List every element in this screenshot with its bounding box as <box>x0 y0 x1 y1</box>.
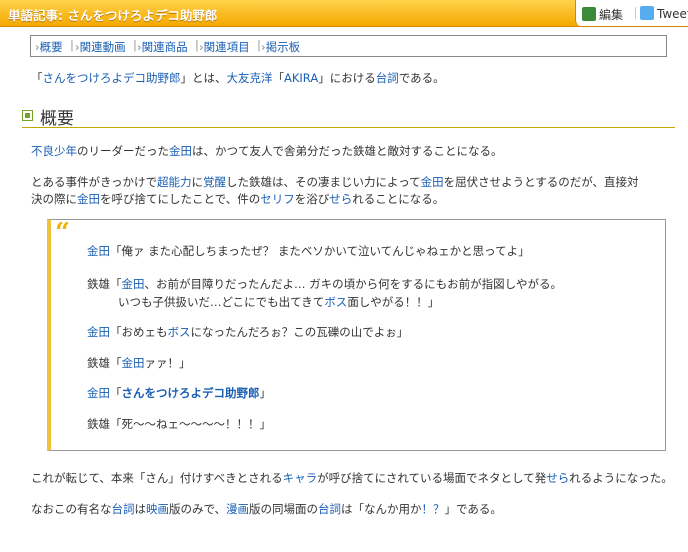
quote-icon: “ <box>55 218 70 248</box>
work-link[interactable]: AKIRA <box>284 71 318 85</box>
paragraph-2-line-2: 決の際に金田を呼び捨てにしたことで、件のセリフを浴びせられることになる。 <box>31 192 445 206</box>
quote-line-6: 鉄雄「死〜〜ねェ〜〜〜〜！！！」 <box>87 417 271 431</box>
twitter-icon <box>640 6 654 20</box>
link[interactable]: ボス <box>168 325 191 339</box>
divider <box>635 7 636 19</box>
quote-line-4: 鉄雄「金田ァァ！」 <box>87 356 191 370</box>
pencil-icon <box>582 7 596 21</box>
article-header: 単語記事: さんをつけろよデコ助野郎 編集 Tweet <box>0 0 688 27</box>
link[interactable]: せら <box>329 192 352 206</box>
nav-item-related[interactable]: ›関連項目 <box>199 39 250 55</box>
link[interactable]: せら <box>546 471 569 485</box>
link[interactable]: 金田 <box>122 277 145 291</box>
link[interactable]: セリフ <box>260 192 295 206</box>
link[interactable]: 台詞 <box>318 502 341 516</box>
section-title: 概要 <box>40 109 74 129</box>
term-link[interactable]: さんをつけろよデコ助野郎 <box>43 71 181 85</box>
word-link[interactable]: 台詞 <box>376 71 399 85</box>
paragraph-4: なおこの有名な台詞は映画版のみで、漫画版の同場面の台詞は「なんか用か！？」である… <box>31 502 502 516</box>
article-nav: ›概要 | ›関連動画 | ›関連商品 | ›関連項目 | ›掲示板 <box>30 35 667 57</box>
author-link[interactable]: 大友克洋 <box>227 71 273 85</box>
paragraph-1: 不良少年のリーダーだった金田は、かつて友人で舎弟分だった鉄雄と敵対することになる… <box>31 144 503 158</box>
link[interactable]: 金田 <box>169 144 192 158</box>
link[interactable]: ！？ <box>422 502 445 516</box>
nav-separator: | <box>70 38 74 52</box>
link[interactable]: 漫画 <box>226 502 249 516</box>
link[interactable]: 金田 <box>122 356 145 370</box>
link[interactable]: 金田 <box>87 386 110 400</box>
link[interactable]: 金田 <box>87 325 110 339</box>
intro-text: 「さんをつけろよデコ助野郎」とは、大友克洋「AKIRA」における台詞である。 <box>31 71 445 85</box>
quote-line-3: 金田「おめェもボスになったんだろぉ？この瓦礫の山でよぉ」 <box>87 325 409 339</box>
link[interactable]: 映画 <box>146 502 169 516</box>
quote-line-1: 金田「俺ァ また心配しちまったぜ？ またベソかいて泣いてんじゃねェかと思ってよ」 <box>87 244 530 258</box>
link[interactable]: 台詞 <box>112 502 135 516</box>
edit-button[interactable]: 編集 <box>582 6 623 23</box>
nav-item-board[interactable]: ›掲示板 <box>261 39 300 55</box>
nav-item-overview[interactable]: ›概要 <box>35 39 63 55</box>
nav-item-products[interactable]: ›関連商品 <box>137 39 188 55</box>
link[interactable]: キャラ <box>283 471 318 485</box>
link[interactable]: さんをつけろよデコ助野郎 <box>122 386 260 400</box>
tweet-button[interactable]: Tweet <box>640 6 688 21</box>
header-buttons: 編集 Tweet <box>575 0 688 26</box>
link[interactable]: 金田 <box>77 192 100 206</box>
section-bullet-icon <box>22 110 33 121</box>
quote-line-2: 鉄雄「金田、お前が目障りだったんだよ… ガキの頃から何をするにもお前が指図しやが… <box>87 277 563 291</box>
link[interactable]: 不良少年 <box>31 144 77 158</box>
link[interactable]: ボス <box>324 295 347 309</box>
tweet-label: Tweet <box>657 7 688 21</box>
paragraph-2-line-1: とある事件がきっかけで超能力に覚醒した鉄雄は、その凄まじい力によって金田を屈伏さ… <box>31 175 639 189</box>
quote-line-5: 金田「さんをつけろよデコ助野郎」 <box>87 386 271 400</box>
paragraph-3: これが転じて、本来「さん」付けすべきとされるキャラが呼び捨てにされている場面でネ… <box>31 471 673 485</box>
article-title: 単語記事: さんをつけろよデコ助野郎 <box>8 8 218 23</box>
link[interactable]: 金田 <box>87 244 110 258</box>
link[interactable]: 超能力 <box>157 175 192 189</box>
quote-line-2b: いつも子供扱いだ…どこにでも出てきてボス面しやがる！！」 <box>118 295 440 309</box>
section-heading: 概要 <box>22 103 675 129</box>
link[interactable]: 金田 <box>421 175 444 189</box>
link[interactable]: 覚醒 <box>203 175 226 189</box>
edit-label: 編集 <box>599 8 624 22</box>
nav-item-videos[interactable]: ›関連動画 <box>75 39 126 55</box>
